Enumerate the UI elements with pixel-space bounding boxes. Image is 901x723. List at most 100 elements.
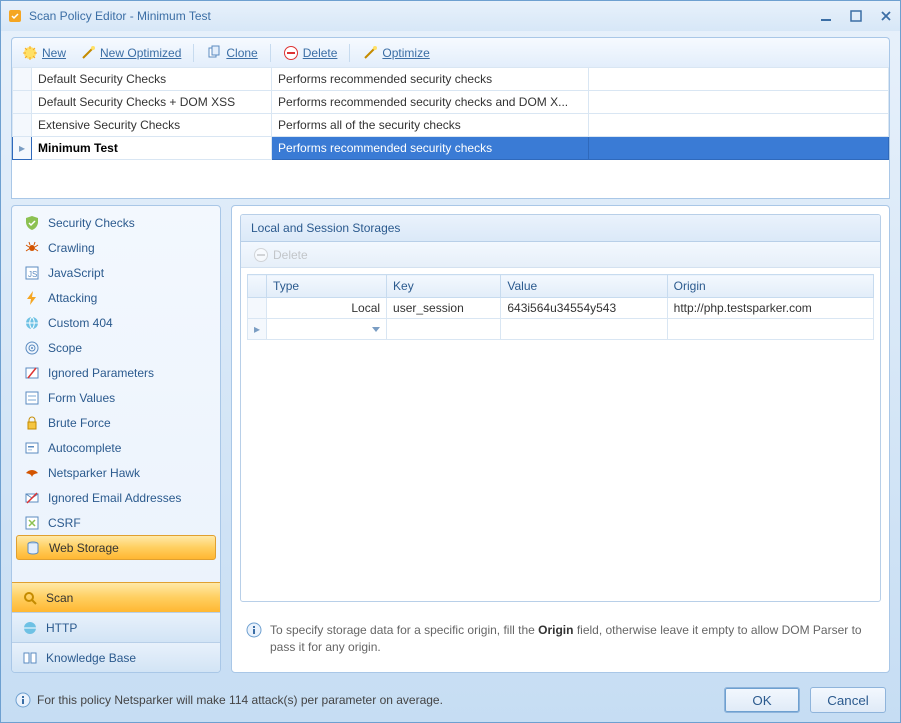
storage-new-row[interactable]: ▸ xyxy=(248,319,874,340)
delete-button[interactable]: Delete xyxy=(279,43,342,63)
cell-origin[interactable] xyxy=(667,319,873,340)
ok-button[interactable]: OK xyxy=(724,687,800,713)
sidebar-item-csrf[interactable]: CSRF xyxy=(16,510,216,535)
col-value[interactable]: Value xyxy=(501,275,667,298)
sidebar-item-form-values[interactable]: Form Values xyxy=(16,385,216,410)
cell-key[interactable] xyxy=(387,319,501,340)
policy-desc: Performs recommended security checks xyxy=(272,137,589,160)
new-optimized-button[interactable]: New Optimized xyxy=(76,43,185,63)
storage-grid[interactable]: Type Key Value Origin Localuser_session6… xyxy=(241,268,880,601)
http-icon xyxy=(22,620,38,636)
sidebar-item-javascript[interactable]: JS JavaScript xyxy=(16,260,216,285)
col-origin[interactable]: Origin xyxy=(667,275,873,298)
col-key[interactable]: Key xyxy=(387,275,501,298)
sidebar-item-ignored-email-addresses[interactable]: Ignored Email Addresses xyxy=(16,485,216,510)
row-indicator xyxy=(13,68,32,91)
sidebar-item-security-checks[interactable]: Security Checks xyxy=(16,210,216,235)
sidebar-item-label: Crawling xyxy=(48,241,95,255)
sidebar-item-brute-force[interactable]: Brute Force xyxy=(16,410,216,435)
chevron-right-icon: ▸ xyxy=(254,322,260,336)
sidebar-item-label: JavaScript xyxy=(48,266,104,280)
cell-type-dropdown[interactable] xyxy=(267,319,387,340)
panel-toolbar: Delete xyxy=(241,242,880,268)
delete-icon xyxy=(253,247,269,263)
policy-row[interactable]: Extensive Security ChecksPerforms all of… xyxy=(13,114,889,137)
clone-label: Clone xyxy=(226,46,257,60)
sidebar-item-attacking[interactable]: Attacking xyxy=(16,285,216,310)
sidebar-item-label: CSRF xyxy=(48,516,81,530)
new-button[interactable]: New xyxy=(18,43,70,63)
row-indicator xyxy=(248,298,267,319)
row-indicator-header xyxy=(248,275,267,298)
maximize-button[interactable] xyxy=(848,8,864,24)
hawk-icon xyxy=(24,465,40,481)
hint: To specify storage data for a specific o… xyxy=(232,610,889,672)
sidebar-item-scope[interactable]: Scope xyxy=(16,335,216,360)
policy-row[interactable]: Default Security Checks + DOM XSSPerform… xyxy=(13,91,889,114)
policy-extra xyxy=(589,137,889,160)
sidebar-group-http[interactable]: HTTP xyxy=(12,612,220,642)
info-icon xyxy=(15,692,31,708)
policy-row[interactable]: ▸Minimum TestPerforms recommended securi… xyxy=(13,137,889,160)
app-icon xyxy=(7,8,23,24)
cell-value[interactable]: 643i564u34554y543 xyxy=(501,298,667,319)
delete-label: Delete xyxy=(303,46,338,60)
panel-delete-button[interactable]: Delete xyxy=(249,245,312,265)
spider-icon xyxy=(24,240,40,256)
cell-origin[interactable]: http://php.testsparker.com xyxy=(667,298,873,319)
close-button[interactable] xyxy=(878,8,894,24)
chevron-down-icon xyxy=(372,327,380,332)
policy-name: Default Security Checks + DOM XSS xyxy=(32,91,272,114)
sidebar-item-netsparker-hawk[interactable]: Netsparker Hawk xyxy=(16,460,216,485)
js-icon: JS xyxy=(24,265,40,281)
bolt-icon xyxy=(24,290,40,306)
policy-name: Default Security Checks xyxy=(32,68,272,91)
shield-check-icon xyxy=(24,215,40,231)
cell-value[interactable] xyxy=(501,319,667,340)
new-icon xyxy=(22,45,38,61)
separator xyxy=(349,44,350,62)
book-icon xyxy=(22,650,38,666)
row-indicator: ▸ xyxy=(13,137,32,160)
row-indicator xyxy=(13,91,32,114)
sidebar-item-web-storage[interactable]: Web Storage xyxy=(16,535,216,560)
csrf-icon xyxy=(24,515,40,531)
sidebar-item-label: Attacking xyxy=(48,291,97,305)
sidebar-group-scan[interactable]: Scan xyxy=(12,582,220,612)
sidebar-item-label: Custom 404 xyxy=(48,316,113,330)
sidebar-item-label: Ignored Parameters xyxy=(48,366,154,380)
sidebar-item-custom-404[interactable]: Custom 404 xyxy=(16,310,216,335)
grid-spacer xyxy=(12,160,889,198)
optimize-button[interactable]: Optimize xyxy=(358,43,433,63)
policy-name: Extensive Security Checks xyxy=(32,114,272,137)
cell-key[interactable]: user_session xyxy=(387,298,501,319)
param-ignore-icon xyxy=(24,365,40,381)
col-type[interactable]: Type xyxy=(267,275,387,298)
sidebar-group-knowledge-base[interactable]: Knowledge Base xyxy=(12,642,220,672)
sidebar-item-label: Autocomplete xyxy=(48,441,121,455)
form-icon xyxy=(24,390,40,406)
storage-row[interactable]: Localuser_session643i564u34554y543http:/… xyxy=(248,298,874,319)
cancel-button[interactable]: Cancel xyxy=(810,687,886,713)
row-indicator: ▸ xyxy=(248,319,267,340)
cell-type[interactable]: Local xyxy=(267,298,387,319)
sidebar-item-autocomplete[interactable]: Autocomplete xyxy=(16,435,216,460)
policy-desc: Performs recommended security checks xyxy=(272,68,589,91)
sidebar-group-label: HTTP xyxy=(46,621,77,635)
email-ignore-icon xyxy=(24,490,40,506)
info-icon xyxy=(246,622,262,638)
new-optimized-label: New Optimized xyxy=(100,46,181,60)
separator xyxy=(270,44,271,62)
sidebar-item-label: Scope xyxy=(48,341,82,355)
sidebar-item-ignored-parameters[interactable]: Ignored Parameters xyxy=(16,360,216,385)
policy-grid[interactable]: Default Security ChecksPerforms recommen… xyxy=(11,67,890,199)
sidebar: Security Checks Crawling JS JavaScript Attac… xyxy=(11,205,221,673)
new-label: New xyxy=(42,46,66,60)
policy-row[interactable]: Default Security ChecksPerforms recommen… xyxy=(13,68,889,91)
policy-desc: Performs all of the security checks xyxy=(272,114,589,137)
delete-icon xyxy=(283,45,299,61)
scan-icon xyxy=(22,590,38,606)
minimize-button[interactable] xyxy=(818,8,834,24)
clone-button[interactable]: Clone xyxy=(202,43,261,63)
sidebar-item-crawling[interactable]: Crawling xyxy=(16,235,216,260)
